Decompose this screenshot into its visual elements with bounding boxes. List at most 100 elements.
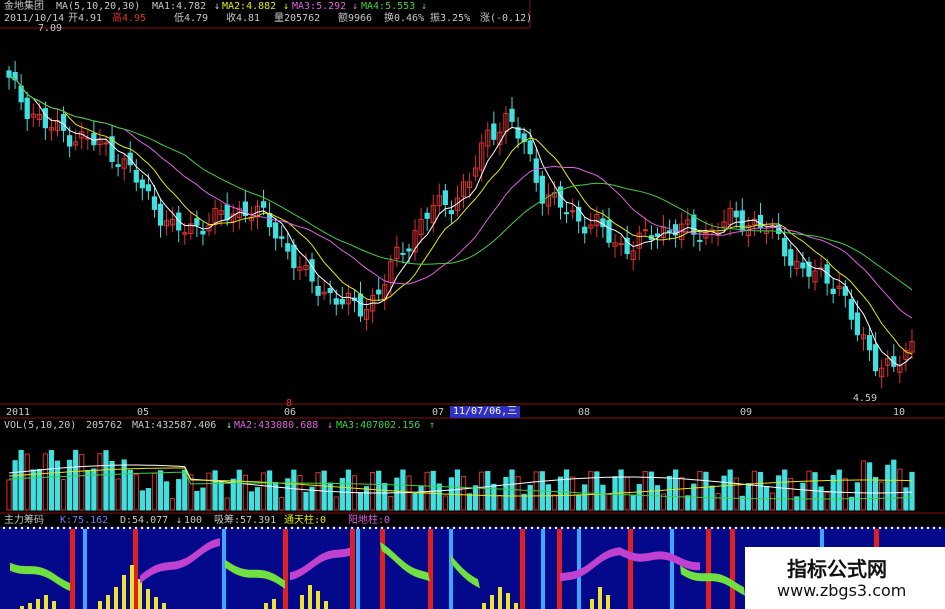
indicator-dot — [860, 526, 864, 530]
volume-bar — [751, 470, 758, 511]
ma2-value: MA2:4.882 — [222, 1, 277, 12]
candle-body — [733, 210, 739, 218]
volume-bar — [715, 492, 721, 511]
indicator-dot — [332, 526, 336, 530]
yellow-accum-bar — [52, 601, 56, 609]
volume-bar — [218, 481, 224, 511]
candle-body — [491, 123, 497, 140]
indicator-dot — [164, 526, 168, 530]
candle-body — [273, 222, 279, 239]
indicator-dot — [854, 526, 858, 530]
candle-body — [200, 230, 206, 235]
indicator-dot — [188, 526, 192, 530]
volume-bar — [782, 469, 788, 511]
volume-bar — [721, 475, 727, 511]
volume-bar — [133, 474, 139, 511]
volume-bar — [624, 476, 630, 511]
candle-body — [848, 299, 854, 320]
indicator-arrow: ↓ — [176, 515, 183, 526]
axis-label-06: 06 — [284, 407, 297, 418]
volume-bar — [157, 470, 164, 511]
candle-body — [800, 262, 806, 269]
volume-bar — [569, 476, 576, 511]
indicator-dot — [326, 526, 330, 530]
indicator-dot — [926, 526, 930, 530]
indicator-dot — [458, 526, 462, 530]
volume-bar — [73, 449, 79, 511]
volume-bar — [254, 487, 261, 511]
candle-body — [151, 196, 158, 210]
volume-bar — [442, 495, 448, 511]
indicator-dot — [818, 526, 822, 530]
indicator-dot — [14, 526, 18, 530]
yellow-accum-bar — [498, 587, 502, 609]
indicator-dot — [224, 526, 228, 530]
axis-label-08: 08 — [578, 407, 591, 418]
volume-bar — [388, 495, 394, 511]
indicator-name: 主力筹码 — [4, 515, 44, 526]
indicator-dot — [68, 526, 72, 530]
yellow-accum-bar — [590, 599, 594, 609]
volume-bar — [582, 484, 588, 511]
candle-body — [509, 108, 515, 122]
axis-label-07: 07 — [432, 407, 445, 418]
volume-bar — [636, 483, 642, 511]
volume-bar — [121, 459, 127, 511]
candle-body — [854, 312, 861, 336]
indicator-dot — [590, 526, 594, 530]
indicator-dot — [158, 526, 162, 530]
indicator-dot — [92, 526, 96, 530]
yellow-accum-bar — [514, 603, 518, 609]
indicator-dot — [8, 526, 12, 530]
indicator-dot — [902, 526, 906, 530]
volume-bar — [345, 469, 352, 511]
indicator-dot — [656, 526, 660, 530]
volume-bar — [363, 486, 370, 511]
volume-bar — [485, 471, 491, 511]
ma2-arrow: ↓ — [283, 1, 290, 12]
volume-bar — [673, 469, 679, 511]
volume-bar — [36, 468, 42, 511]
yellow-accum-bar — [482, 603, 486, 609]
volume-bar — [745, 483, 751, 511]
indicator-dot — [596, 526, 600, 530]
volume-bar — [897, 468, 903, 511]
ma3-arrow: ↓ — [352, 1, 359, 12]
volume-bar — [400, 469, 406, 511]
quote-volume: 量205762 — [274, 13, 321, 24]
volume-bar — [236, 469, 242, 511]
volume-bar — [303, 491, 309, 511]
stock-name: 金地集团 — [4, 1, 44, 12]
quote-high: 高4.95 — [112, 13, 147, 24]
volume-bar — [606, 493, 612, 511]
indicator-dot — [218, 526, 222, 530]
indicator-dot — [488, 526, 492, 530]
indicator-dot — [758, 526, 762, 530]
indicator-dot — [122, 526, 126, 530]
volume-bar — [497, 494, 503, 511]
indicator-dot — [800, 526, 804, 530]
volume-bar — [600, 484, 606, 511]
axis-label-2011: 2011 — [6, 407, 31, 418]
indicator-dot — [176, 526, 180, 530]
indicator-dot — [578, 526, 582, 530]
indicator-dot — [296, 526, 300, 530]
red-signal-column — [628, 529, 633, 609]
candle-body — [400, 252, 406, 255]
vol-ma3-arrow: ↑ — [429, 420, 436, 431]
indicator-dot — [368, 526, 372, 530]
candle-body — [157, 203, 164, 226]
indicator-dot — [914, 526, 918, 530]
vol-ma1: MA1:432587.406 — [132, 420, 217, 431]
candle-body — [139, 179, 145, 189]
candle-body — [6, 70, 12, 78]
vol-ma2-arrow: ↓ — [327, 420, 334, 431]
candle-body — [569, 210, 576, 213]
indicator-dot — [908, 526, 912, 530]
yellow-accum-bar — [146, 589, 150, 609]
blue-signal-column — [449, 529, 453, 609]
volume-bar — [139, 490, 145, 511]
volume-bar — [545, 484, 551, 511]
indicator-dot — [752, 526, 756, 530]
candle-body — [424, 212, 430, 219]
